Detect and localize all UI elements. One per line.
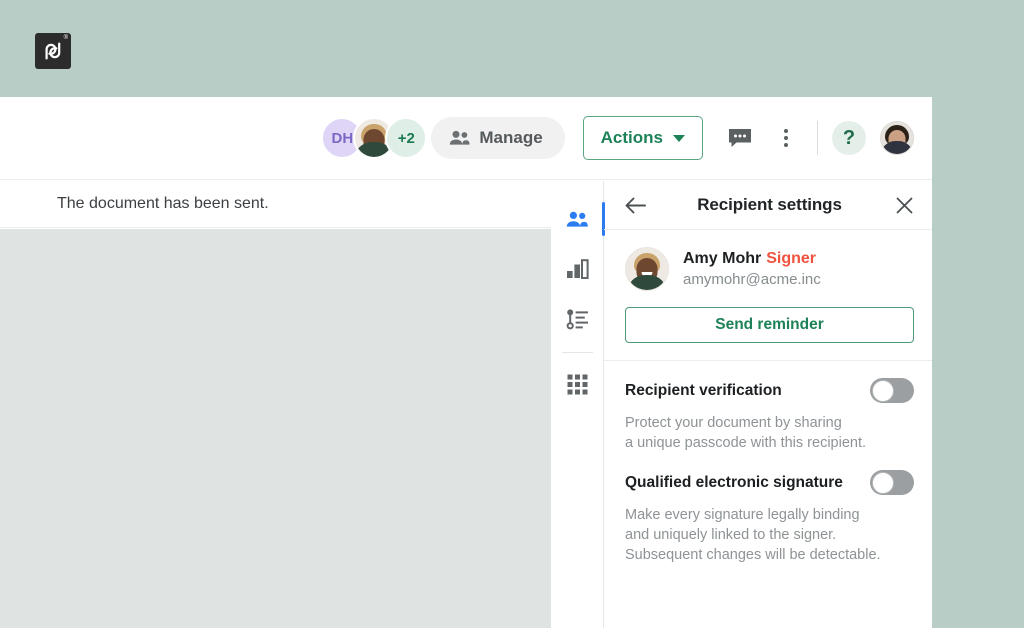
recipient-row: Amy Mohr Signer amymohr@acme.inc bbox=[625, 247, 914, 291]
rail-divider bbox=[561, 352, 593, 353]
user-avatar[interactable] bbox=[880, 121, 914, 155]
qualified-electronic-signature-toggle[interactable] bbox=[870, 470, 914, 495]
pandadoc-logo: ® bbox=[35, 33, 71, 69]
manage-button-label: Manage bbox=[479, 128, 543, 147]
kebab-dot bbox=[784, 129, 788, 133]
kebab-dot bbox=[784, 136, 788, 140]
document-canvas[interactable] bbox=[0, 229, 551, 628]
setting-header: Qualified electronic signature bbox=[625, 470, 914, 495]
actions-button-label: Actions bbox=[600, 128, 663, 147]
status-banner: The document has been sent. bbox=[0, 181, 551, 228]
setting-qualified-electronic-signature: Qualified electronic signature Make ever… bbox=[604, 453, 932, 565]
people-icon bbox=[449, 130, 470, 146]
bar-chart-icon bbox=[566, 259, 589, 279]
recipient-name-line: Amy Mohr Signer bbox=[683, 250, 821, 268]
panel-tool-rail bbox=[551, 181, 605, 628]
help-icon[interactable]: ? bbox=[832, 121, 866, 155]
setting-header: Recipient verification bbox=[625, 378, 914, 403]
chevron-down-icon bbox=[673, 134, 685, 142]
panel-body: Recipient settings Amy Mohr Signer amymo… bbox=[604, 181, 932, 628]
sidebar-item-recipients[interactable] bbox=[551, 194, 605, 244]
sidebar-item-activity[interactable] bbox=[551, 294, 604, 344]
screen: ® DH +2 Manage Actions ? The document ha… bbox=[0, 0, 1024, 628]
actions-button[interactable]: Actions bbox=[582, 116, 703, 160]
people-icon bbox=[566, 211, 589, 228]
user-avatar-body bbox=[881, 141, 913, 154]
recipient-details: Amy Mohr Signer amymohr@acme.inc bbox=[683, 250, 821, 288]
kebab-dots bbox=[784, 129, 788, 147]
right-panel: Recipient settings Amy Mohr Signer amymo… bbox=[551, 181, 932, 628]
status-banner-message: The document has been sent. bbox=[57, 195, 269, 212]
top-toolbar: DH +2 Manage Actions ? bbox=[0, 97, 932, 180]
arrow-left-icon[interactable] bbox=[622, 192, 648, 218]
kebab-dot bbox=[784, 143, 788, 147]
recipient-avatar-body bbox=[627, 275, 667, 290]
app-window: DH +2 Manage Actions ? The document has … bbox=[0, 97, 932, 628]
send-reminder-button[interactable]: Send reminder bbox=[625, 307, 914, 343]
activity-list-icon bbox=[566, 308, 589, 330]
registered-mark: ® bbox=[63, 35, 68, 41]
panel-header: Recipient settings bbox=[604, 181, 932, 230]
recipient-block: Amy Mohr Signer amymohr@acme.inc bbox=[604, 230, 932, 291]
status-badge: Signer bbox=[766, 250, 817, 267]
comment-icon[interactable] bbox=[723, 121, 757, 155]
setting-description: Protect your document by sharing a uniqu… bbox=[625, 415, 867, 451]
recipient-avatar bbox=[625, 247, 669, 291]
page-title: Recipient settings bbox=[697, 195, 842, 214]
avatar-overflow-count[interactable]: +2 bbox=[385, 117, 428, 159]
sidebar-item-analytics[interactable] bbox=[551, 244, 604, 294]
recipient-avatar-stack[interactable]: DH +2 bbox=[321, 117, 428, 159]
toggle-knob bbox=[871, 379, 894, 402]
grid-apps-icon bbox=[567, 374, 588, 395]
help-icon-label: ? bbox=[842, 126, 856, 149]
setting-title: Recipient verification bbox=[625, 381, 782, 399]
recipient-verification-toggle[interactable] bbox=[870, 378, 914, 403]
toolbar-divider bbox=[817, 121, 818, 155]
manage-button[interactable]: Manage bbox=[431, 117, 565, 159]
avatar-overflow-label: +2 bbox=[397, 129, 415, 147]
more-vertical-icon[interactable] bbox=[769, 121, 803, 155]
close-icon[interactable] bbox=[891, 192, 917, 218]
setting-description: Make every signature legally binding and… bbox=[625, 507, 881, 563]
sidebar-item-apps[interactable] bbox=[551, 359, 604, 409]
setting-title: Qualified electronic signature bbox=[625, 473, 843, 491]
toggle-knob bbox=[871, 471, 894, 494]
recipient-email: amymohr@acme.inc bbox=[683, 271, 821, 288]
setting-recipient-verification: Recipient verification Protect your docu… bbox=[604, 361, 932, 453]
avatar-dh-initials: DH bbox=[331, 129, 354, 147]
recipient-name: Amy Mohr bbox=[683, 250, 762, 267]
